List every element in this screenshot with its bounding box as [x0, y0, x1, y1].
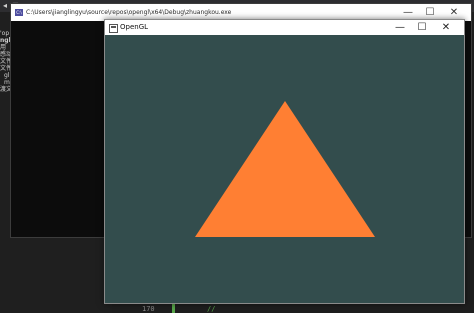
solution-item[interactable]: gl [4, 72, 9, 79]
code-comment: // [207, 305, 216, 313]
opengl-render-area[interactable] [105, 35, 464, 303]
opengl-title-bar[interactable]: OpenGL — ☐ ✕ [105, 20, 464, 35]
opengl-maximize-button[interactable]: ☐ [411, 20, 433, 35]
render-canvas [195, 101, 375, 237]
console-title: C:\Users\jianglingyu\source\repos\opengl… [26, 9, 232, 16]
line-number: 170 [142, 305, 155, 313]
back-icon[interactable]: ◂ [3, 1, 7, 11]
opengl-minimize-button[interactable]: — [389, 20, 411, 35]
orange-triangle [195, 101, 375, 237]
solution-item[interactable]: 用 [0, 44, 6, 51]
opengl-close-button[interactable]: ✕ [435, 20, 457, 35]
console-app-icon: C:\ [15, 9, 23, 16]
opengl-window[interactable]: OpenGL — ☐ ✕ [104, 19, 465, 304]
solution-item[interactable]: 'op [0, 30, 9, 37]
opengl-title: OpenGL [120, 23, 149, 31]
window-app-icon [109, 24, 118, 33]
